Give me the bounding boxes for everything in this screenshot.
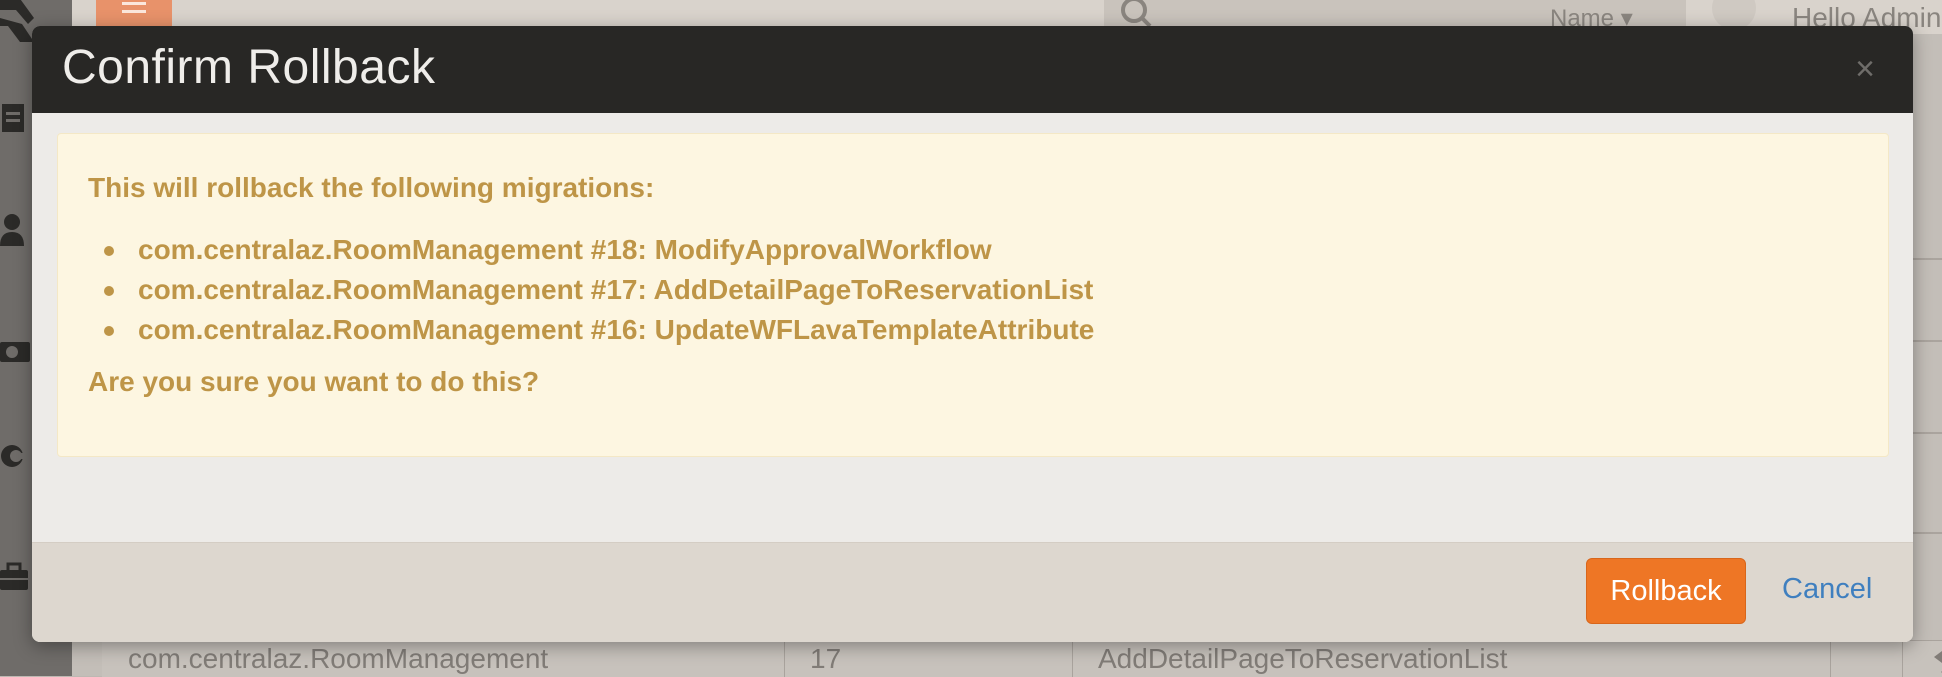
warning-intro: This will rollback the following migrati… <box>88 172 655 203</box>
migration-cell: AddDetailPageToReservationList <box>1098 643 1508 674</box>
finance-icon[interactable] <box>0 334 32 370</box>
column-divider <box>1830 641 1831 677</box>
migration-list: com.centralaz.RoomManagement #18: Modify… <box>103 230 1094 350</box>
number-cell: 17 <box>810 643 842 674</box>
dialog-footer: Rollback Cancel <box>32 542 1913 642</box>
cancel-button[interactable]: Cancel <box>1782 573 1872 606</box>
dialog-header: Confirm Rollback × <box>32 26 1913 113</box>
confirm-rollback-dialog: Confirm Rollback × This will rollback th… <box>32 26 1913 642</box>
plugin-cell: com.centralaz.RoomManagement <box>128 643 549 674</box>
column-divider <box>1902 641 1903 677</box>
person-icon[interactable] <box>0 212 32 248</box>
page-icon[interactable] <box>0 100 32 136</box>
undo-icon[interactable] <box>1932 647 1942 677</box>
close-icon[interactable]: × <box>1855 50 1875 89</box>
briefcase-icon[interactable] <box>0 560 32 596</box>
list-item: com.centralaz.RoomManagement #17: AddDet… <box>103 270 1094 310</box>
table-divider <box>1912 340 1942 342</box>
column-divider <box>784 641 785 677</box>
list-item: com.centralaz.RoomManagement #16: Update… <box>103 310 1094 350</box>
table-divider <box>1912 258 1942 260</box>
table-row[interactable]: com.centralaz.RoomManagement 17 AddDetai… <box>102 640 1942 677</box>
table-divider <box>1912 532 1942 534</box>
dialog-title: Confirm Rollback <box>62 41 436 94</box>
list-item: com.centralaz.RoomManagement #18: Modify… <box>103 230 1094 270</box>
rollback-button[interactable]: Rollback <box>1586 558 1746 624</box>
warning-question: Are you sure you want to do this? <box>88 366 540 397</box>
wrench-icon[interactable] <box>0 438 32 474</box>
table-divider <box>1912 432 1942 434</box>
warning-alert: This will rollback the following migrati… <box>57 133 1889 457</box>
column-divider <box>1072 641 1073 677</box>
